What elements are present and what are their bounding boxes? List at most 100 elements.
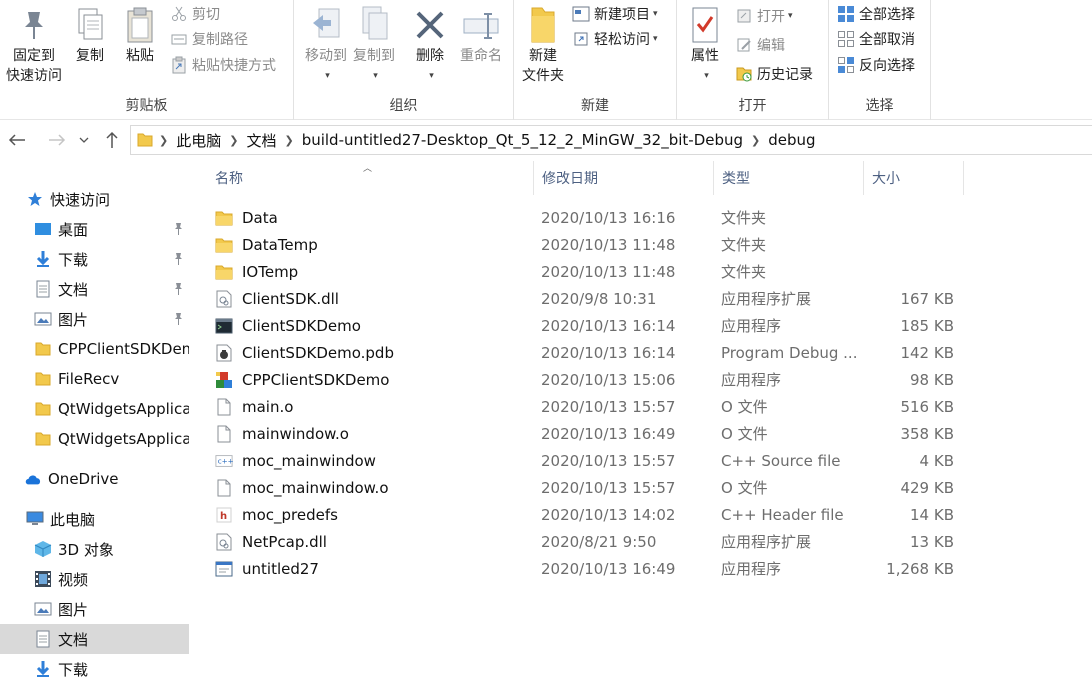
history-button[interactable]: 历史记录: [735, 63, 813, 85]
nav-pictures[interactable]: 图片: [0, 304, 189, 334]
nav-pc-pictures[interactable]: 图片: [0, 594, 189, 624]
back-button[interactable]: [6, 129, 28, 151]
column-header-name[interactable]: 名称: [207, 161, 534, 195]
nav-quick-access[interactable]: 快速访问: [0, 184, 189, 214]
nav-folder-filerecv[interactable]: FileRecv: [0, 364, 189, 394]
copy-to-button[interactable]: 复制到 ▾: [346, 4, 402, 86]
file-date: 2020/10/13 16:49: [541, 424, 676, 443]
file-size: [863, 231, 954, 258]
nav-pc-downloads[interactable]: 下载: [0, 654, 189, 684]
file-date: 2020/10/13 15:06: [541, 370, 676, 389]
breadcrumb-build-folder[interactable]: build-untitled27-Desktop_Qt_5_12_2_MinGW…: [296, 131, 749, 149]
pin-icon[interactable]: [172, 222, 184, 236]
nav-folder-qtwidgets-1[interactable]: QtWidgetsApplication: [0, 394, 189, 424]
paste-button[interactable]: 粘贴: [120, 4, 160, 66]
properties-button[interactable]: 属性 ▾: [683, 4, 727, 86]
file-row[interactable]: ClientSDK.dll 2020/9/8 10:31 应用程序扩展 167 KB: [191, 285, 1092, 312]
file-type: O 文件: [721, 425, 768, 443]
nav-documents[interactable]: 文档: [0, 274, 189, 304]
easy-access-caret-icon: ▾: [653, 34, 658, 44]
picture-icon: [34, 600, 52, 618]
folder-icon: [34, 400, 52, 418]
file-name: moc_mainwindow.o: [242, 478, 389, 497]
header-icon: h: [215, 506, 233, 524]
file-row[interactable]: CPPClientSDKDemo 2020/10/13 15:06 应用程序 98 K…: [191, 366, 1092, 393]
nav-folder-cppclientsdkdemo[interactable]: CPPClientSDKDemo: [0, 334, 189, 364]
nav-this-pc[interactable]: 此电脑: [0, 504, 189, 534]
file-row[interactable]: h moc_predefs 2020/10/13 14:02 C++ Header f…: [191, 501, 1092, 528]
invert-selection-button[interactable]: 反向选择: [837, 54, 915, 76]
file-row[interactable]: main.o 2020/10/13 15:57 O 文件 516 KB: [191, 393, 1092, 420]
star-icon: [26, 190, 44, 208]
file-row[interactable]: Data 2020/10/13 16:16 文件夹: [191, 204, 1092, 231]
pin-icon[interactable]: [172, 282, 184, 296]
file-row[interactable]: IOTemp 2020/10/13 11:48 文件夹: [191, 258, 1092, 285]
copy-button[interactable]: 复制: [70, 4, 110, 66]
easy-access-button[interactable]: 轻松访问 ▾: [572, 28, 658, 50]
file-row[interactable]: c++ moc_mainwindow 2020/10/13 15:57 C++ Sou…: [191, 447, 1092, 474]
copy-path-button[interactable]: 复制路径: [170, 28, 248, 50]
recent-locations-button[interactable]: [76, 129, 92, 151]
breadcrumb-this-pc[interactable]: 此电脑: [170, 130, 227, 151]
file-date: 2020/9/8 10:31: [541, 289, 657, 308]
open-button[interactable]: 打开 ▾: [735, 5, 793, 27]
cpp-icon: c++: [215, 452, 233, 470]
select-none-button[interactable]: 全部取消: [837, 28, 915, 50]
pin-icon[interactable]: [172, 312, 184, 326]
file-row[interactable]: ClientSDKDemo 2020/10/13 16:14 应用程序 185 KB: [191, 312, 1092, 339]
cut-label: 剪切: [192, 7, 220, 23]
document-icon: [34, 280, 52, 298]
file-row[interactable]: DataTemp 2020/10/13 11:48 文件夹: [191, 231, 1092, 258]
file-row[interactable]: mainwindow.o 2020/10/13 16:49 O 文件 358 KB: [191, 420, 1092, 447]
easy-access-label: 轻松访问: [594, 32, 650, 48]
file-row[interactable]: NetPcap.dll 2020/8/21 9:50 应用程序扩展 13 KB: [191, 528, 1092, 555]
address-bar[interactable]: ❯ 此电脑 ❯ 文档 ❯ build-untitled27-Desktop_Qt…: [130, 125, 1092, 155]
pin-to-quick-access-button[interactable]: 固定到 快速访问: [2, 4, 66, 86]
nav-folder-qtwidgets-2[interactable]: QtWidgetsApplication: [0, 424, 189, 454]
select-none-label: 全部取消: [859, 32, 915, 48]
nav-desktop[interactable]: 桌面: [0, 214, 189, 244]
new-group: 新建 文件夹 新建项目 ▾ 轻松访问 ▾ 新建: [514, 0, 677, 120]
nav-videos[interactable]: 视频: [0, 564, 189, 594]
up-button[interactable]: [101, 129, 123, 151]
nav-onedrive[interactable]: OneDrive: [0, 464, 189, 494]
copy-path-icon: [170, 30, 188, 48]
select-all-button[interactable]: 全部选择: [837, 3, 915, 25]
nav-3d-objects-label: 3D 对象: [58, 540, 114, 559]
file-row[interactable]: ClientSDKDemo.pdb 2020/10/13 16:14 Program…: [191, 339, 1092, 366]
column-header-type[interactable]: 类型: [714, 161, 864, 195]
file-row[interactable]: untitled27 2020/10/13 16:49 应用程序 1,268 KB: [191, 555, 1092, 582]
file-size: 142 KB: [900, 343, 954, 362]
rename-button[interactable]: 重命名: [456, 4, 506, 66]
breadcrumb-debug[interactable]: debug: [762, 131, 821, 149]
cut-button[interactable]: 剪切: [170, 3, 220, 25]
history-label: 历史记录: [757, 67, 813, 83]
breadcrumb-documents[interactable]: 文档: [240, 130, 282, 151]
delete-button[interactable]: 删除 ▾: [408, 4, 452, 86]
file-row[interactable]: moc_mainwindow.o 2020/10/13 15:57 O 文件 429 …: [191, 474, 1092, 501]
file-name: DataTemp: [242, 235, 318, 254]
file-name: mainwindow.o: [242, 424, 349, 443]
file-type: C++ Header file: [721, 505, 844, 524]
column-header-size[interactable]: 大小: [864, 161, 964, 195]
open-label: 打开: [757, 9, 785, 25]
paste-shortcut-button[interactable]: 粘贴快捷方式: [170, 54, 276, 76]
file-size: 1,268 KB: [886, 559, 954, 578]
file-name: ClientSDKDemo.pdb: [242, 343, 394, 362]
navigation-pane: 快速访问 桌面 下载 文档 图片 CPPClientSDKDemo FileRe…: [0, 161, 191, 685]
nav-downloads[interactable]: 下载: [0, 244, 189, 274]
folder-icon: [215, 236, 233, 254]
new-item-label: 新建项目: [594, 7, 650, 23]
nav-3d-objects[interactable]: 3D 对象: [0, 534, 189, 564]
new-item-button[interactable]: 新建项目 ▾: [572, 3, 658, 25]
file-list: ︿ 名称 修改日期 类型 大小 Data 2020/10/13 16:16 文件夹 D…: [191, 161, 1092, 685]
nav-pc-documents[interactable]: 文档: [0, 624, 189, 654]
address-row: ❯ 此电脑 ❯ 文档 ❯ build-untitled27-Desktop_Qt…: [0, 121, 1092, 161]
edit-button[interactable]: 编辑: [735, 34, 785, 56]
pin-icon[interactable]: [172, 252, 184, 266]
column-header-date[interactable]: 修改日期: [534, 161, 714, 195]
pdb-icon: [215, 344, 233, 362]
new-folder-button[interactable]: 新建 文件夹: [518, 4, 568, 86]
film-icon: [34, 570, 52, 588]
forward-button[interactable]: [46, 129, 68, 151]
